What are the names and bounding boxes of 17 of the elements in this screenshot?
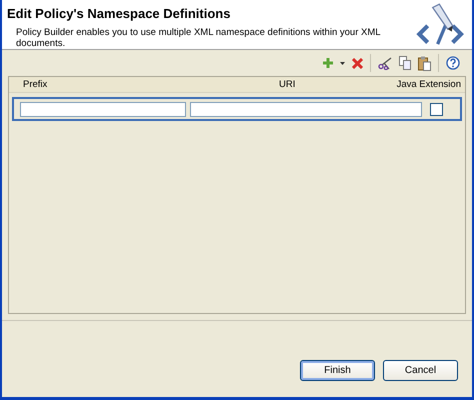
paste-icon[interactable] xyxy=(418,56,431,70)
finish-button[interactable]: Finish xyxy=(300,360,375,380)
uri-field[interactable] xyxy=(190,102,422,116)
copy-icon[interactable] xyxy=(399,56,411,70)
java-extension-checkbox[interactable] xyxy=(430,102,443,116)
cut-icon[interactable] xyxy=(378,56,392,70)
page-title: Edit Policy's Namespace Definitions xyxy=(7,6,232,21)
prefix-field[interactable] xyxy=(20,102,186,116)
column-header: URI xyxy=(279,79,296,90)
table-row[interactable] xyxy=(12,97,462,121)
page-description: Policy Builder enables you to use multiple XML namespace definitions within your XML documents. xyxy=(15,26,382,49)
dropdown-arrow-icon[interactable] xyxy=(340,62,345,64)
delete-icon[interactable] xyxy=(352,58,363,68)
column-header: Prefix xyxy=(22,79,48,90)
cancel-button[interactable]: Cancel xyxy=(383,360,458,380)
column-header: Java Extension xyxy=(396,79,462,90)
help-icon[interactable] xyxy=(446,56,460,70)
